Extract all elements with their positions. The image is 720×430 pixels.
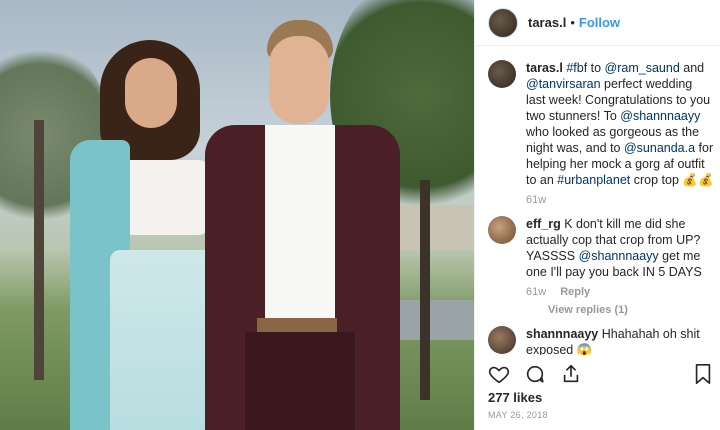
- mention-link[interactable]: #urbanplanet: [557, 173, 630, 187]
- post-header: taras.l • Follow: [475, 0, 720, 46]
- action-bar: [488, 360, 713, 388]
- comment-avatar[interactable]: [488, 60, 516, 88]
- comment-avatar[interactable]: [488, 326, 516, 354]
- comment-time[interactable]: 61w: [526, 286, 546, 298]
- avatar[interactable]: [488, 7, 518, 38]
- tree-trunk-right: [420, 180, 430, 400]
- follow-button[interactable]: Follow: [579, 15, 620, 30]
- separator: •: [570, 15, 575, 30]
- bookmark-icon[interactable]: [693, 363, 713, 385]
- post-panel: taras.l • Follow taras.l #fbf to @ram_sa…: [474, 0, 720, 430]
- man-face: [269, 36, 329, 124]
- man-figure: [205, 20, 405, 430]
- comment-segment: crop top 💰💰: [630, 173, 714, 187]
- view-replies-link[interactable]: View replies (1): [548, 304, 715, 316]
- comment-segment: to: [587, 61, 605, 75]
- mention-link[interactable]: @shannnaayy: [620, 109, 700, 123]
- comment-username[interactable]: taras.l: [526, 61, 563, 75]
- comment: eff_rg K don't kill me did she actually …: [488, 216, 715, 280]
- comment-avatar[interactable]: [488, 216, 516, 244]
- comment: shannnaayy Hhahahah oh shit exposed 😱: [488, 326, 715, 355]
- comment-text: shannnaayy Hhahahah oh shit exposed 😱: [526, 326, 715, 355]
- reply-button[interactable]: Reply: [560, 286, 590, 298]
- header-username[interactable]: taras.l: [528, 15, 566, 30]
- post-date: MAY 26, 2018: [488, 410, 548, 420]
- mention-link[interactable]: @sunanda.a: [624, 141, 695, 155]
- comment: taras.l #fbf to @ram_saund and @tanvirsa…: [488, 60, 715, 188]
- woman-skirt: [110, 250, 220, 430]
- mention-link[interactable]: #fbf: [563, 61, 587, 75]
- mention-link[interactable]: @shannnaayy: [579, 249, 659, 263]
- man-trousers: [245, 332, 355, 430]
- comment-meta: 61w: [526, 194, 715, 206]
- comment-meta: 61w Reply: [526, 286, 715, 298]
- comment-username[interactable]: shannnaayy: [526, 327, 598, 341]
- mention-link[interactable]: @tanvirsaran: [526, 77, 601, 91]
- share-icon[interactable]: [560, 363, 582, 385]
- man-belt: [257, 318, 337, 332]
- heart-icon[interactable]: [488, 363, 510, 385]
- comment-icon[interactable]: [524, 363, 546, 385]
- likes-count[interactable]: 277 likes: [488, 390, 542, 405]
- comment-username[interactable]: eff_rg: [526, 217, 561, 231]
- comment-text: eff_rg K don't kill me did she actually …: [526, 216, 715, 280]
- woman-face: [125, 58, 177, 128]
- comments-list[interactable]: taras.l #fbf to @ram_saund and @tanvirsa…: [488, 60, 715, 355]
- tree-trunk: [34, 120, 44, 380]
- comment-segment: and: [679, 61, 705, 75]
- comment-time[interactable]: 61w: [526, 194, 546, 206]
- comment-text: taras.l #fbf to @ram_saund and @tanvirsa…: [526, 60, 715, 188]
- man-shirt: [265, 125, 335, 325]
- mention-link[interactable]: @ram_saund: [605, 61, 680, 75]
- post-photo[interactable]: [0, 0, 474, 430]
